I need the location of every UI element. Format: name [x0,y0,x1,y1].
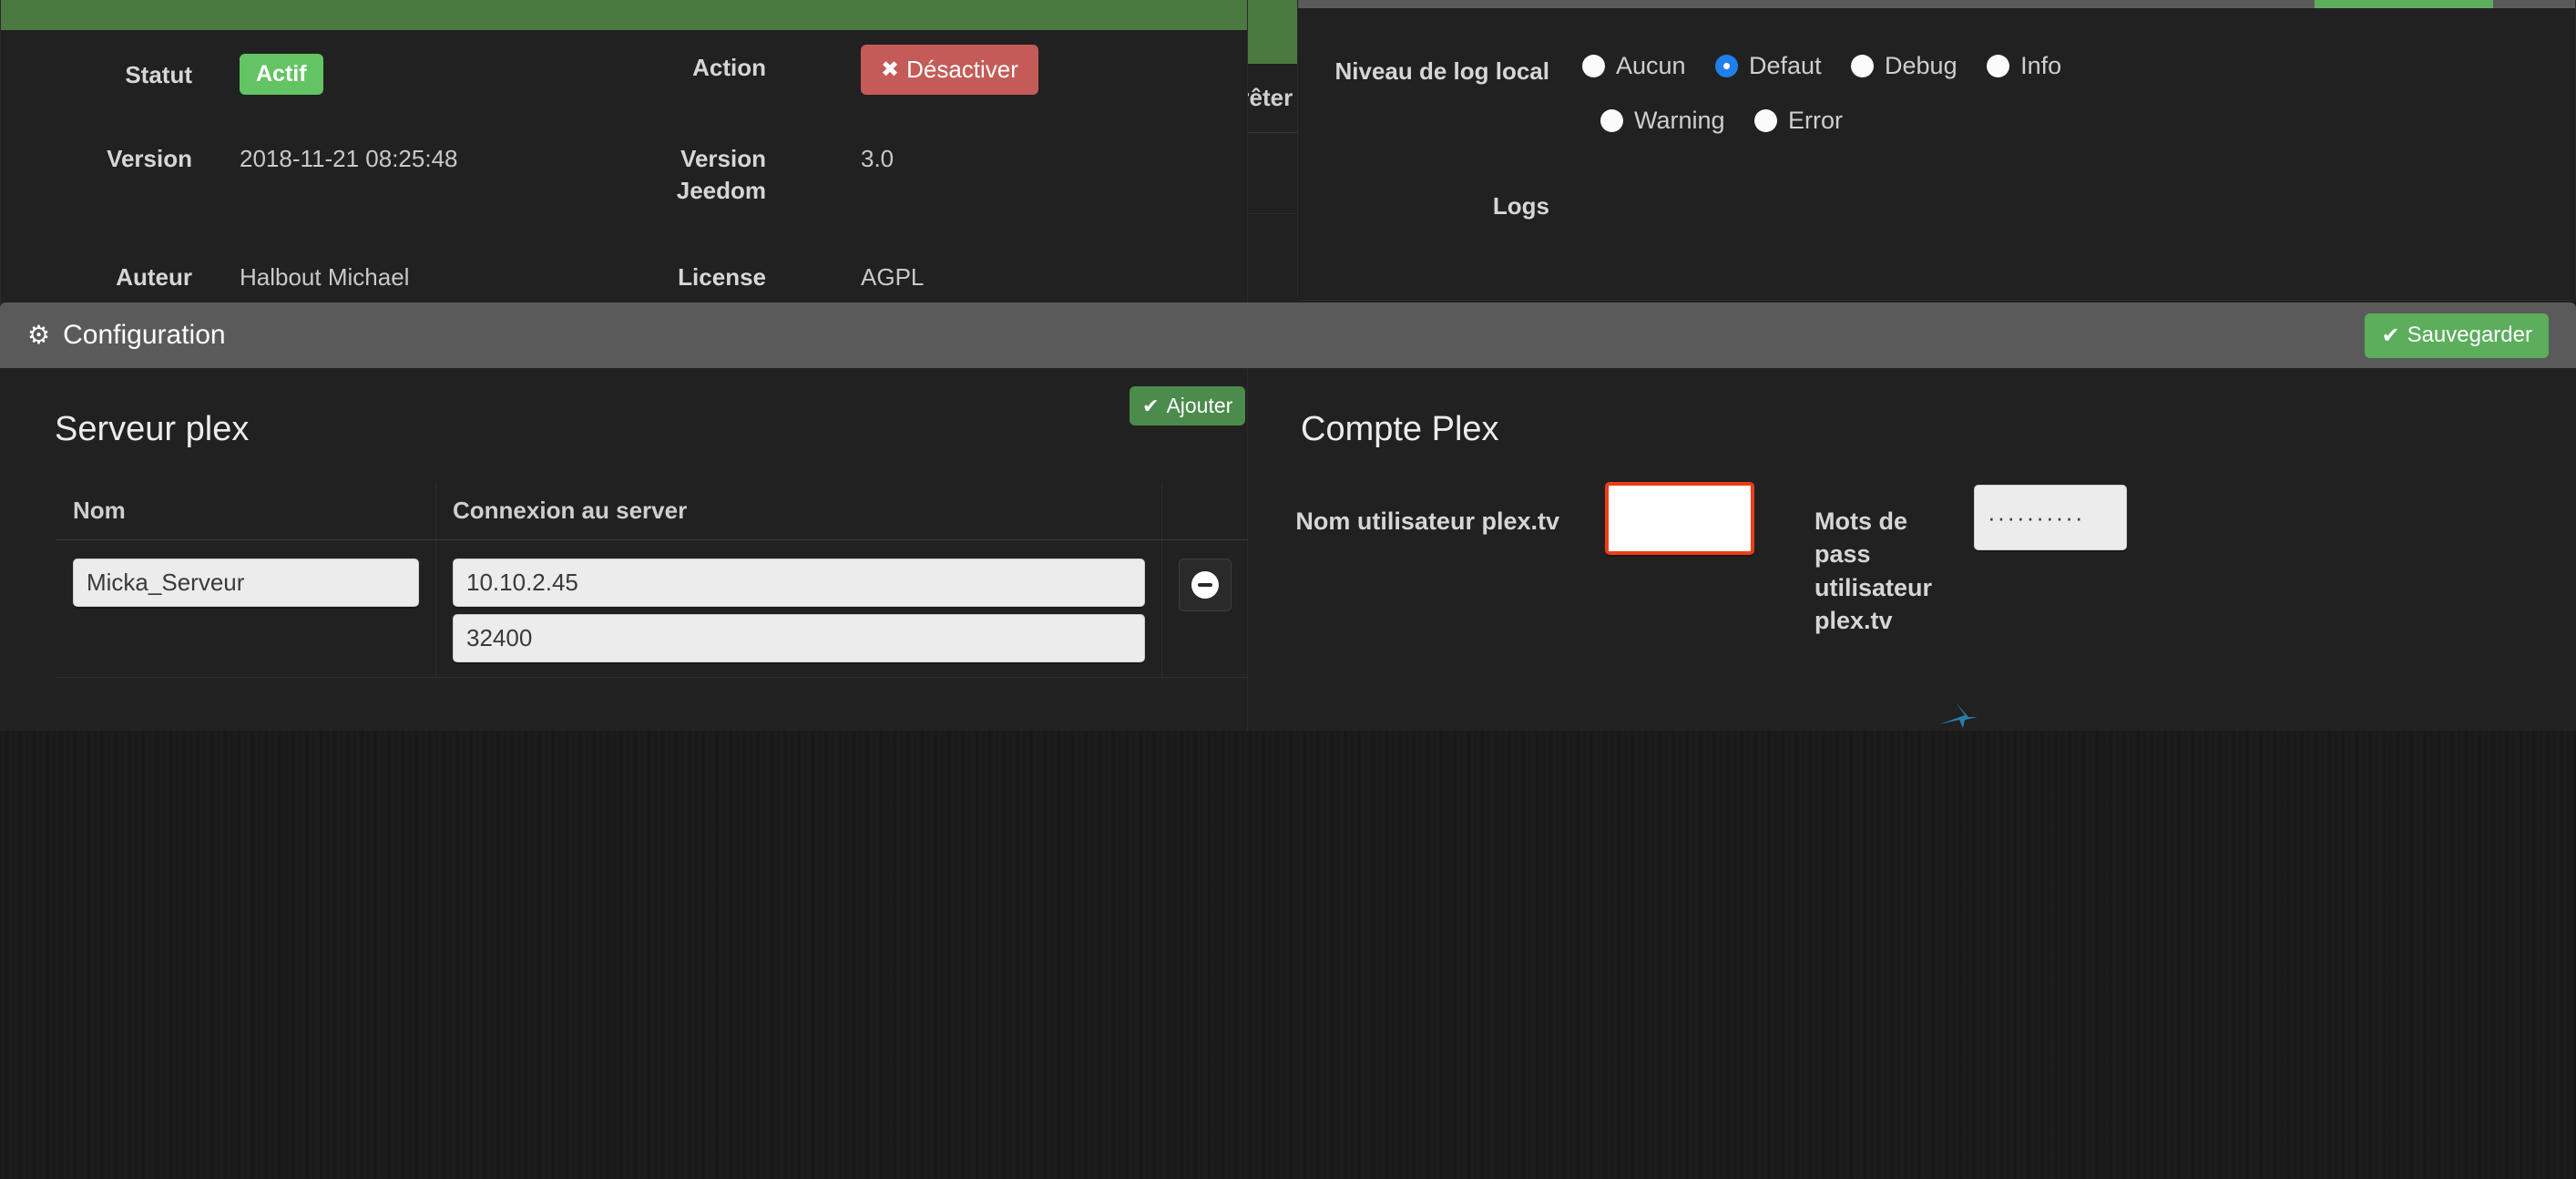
table-row [56,539,1248,678]
sauvegarder-button-label: Sauvegarder [2407,323,2532,347]
version-label: Version [107,145,192,172]
info-panel-header [1,0,1247,30]
log-level-radio-row-1: Aucun Defaut Debug Info [1582,52,2087,82]
radio-defaut-label: Defaut [1749,52,1822,79]
radio-debug[interactable]: Debug [1851,52,1958,80]
radio-circle-icon [1987,55,2010,77]
radio-circle-icon [1582,55,1605,77]
mots-de-pass-input[interactable] [1974,485,2127,550]
compte-plex-section: Compte Plex Nom utilisateur plex.tv Mots… [1250,368,2576,731]
serveur-plex-table: Nom Connexion au server [56,482,1248,678]
check-icon: ✔ [1142,394,1160,417]
serveur-port-input[interactable] [453,614,1145,662]
serveur-host-input[interactable] [453,559,1145,607]
desactiver-button-label: Désactiver [906,56,1018,83]
license-value: AGPL [861,263,925,291]
statut-badge: Actif [240,54,323,95]
col-actions [1161,482,1248,540]
niveau-log-local-label: Niveau de log local [1334,57,1549,85]
version-jeedom-value: 3.0 [861,145,894,172]
radio-warning[interactable]: Warning [1600,107,1725,135]
serveur-plex-section: Serveur plex ✔ Ajouter Nom Connexion au … [0,368,1248,731]
radio-warning-label: Warning [1634,107,1725,134]
radio-info[interactable]: Info [1987,52,2061,80]
configuration-panel-title: Configuration [63,320,226,350]
ajouter-serveur-button[interactable]: ✔ Ajouter [1130,386,1246,425]
cell-remove [1161,539,1248,678]
radio-aucun-label: Aucun [1616,52,1686,79]
mots-de-pass-label: Mots de pass utilisateur plex.tv [1814,507,1933,635]
nom-utilisateur-plextv-label: Nom utilisateur plex.tv [1295,507,1559,535]
version-jeedom-label: Version Jeedom [676,145,766,205]
minus-circle-icon [1191,571,1219,599]
version-value: 2018-11-21 08:25:48 [240,145,458,172]
col-connexion-au-server: Connexion au server [435,482,1162,540]
radio-defaut[interactable]: Defaut [1715,52,1822,80]
desactiver-button[interactable]: ✖ Désactiver [861,45,1038,95]
serveur-plex-header-row: Nom Connexion au server [56,482,1248,540]
configuration-panel-body: Serveur plex ✔ Ajouter Nom Connexion au … [0,368,2576,731]
radio-error[interactable]: Error [1754,107,1843,135]
mouse-cursor-icon [1939,702,1978,728]
logs-label: Logs [1492,192,1549,220]
action-label: Action [692,54,766,81]
cell-nom [56,539,436,678]
cell-connexion [435,539,1162,678]
configuration-panel: ⚙ Configuration ✔ Sauvegarder Serveur pl… [0,302,2576,731]
radio-debug-label: Debug [1885,52,1958,79]
log-panel-body: Niveau de log local Aucun Defaut Debug I… [1298,8,2575,300]
log-level-radio-row-2: Warning Error [1600,107,1868,137]
remove-serveur-button[interactable] [1179,559,1232,611]
radio-circle-selected-icon [1715,55,1739,77]
serveur-nom-input[interactable] [73,559,419,607]
auteur-label: Auteur [116,263,192,291]
compte-plex-title: Compte Plex [1301,410,1499,448]
license-label: License [678,263,766,291]
radio-aucun[interactable]: Aucun [1582,52,1686,80]
radio-info-label: Info [2020,52,2062,79]
log-settings-panel: Niveau de log local Aucun Defaut Debug I… [1297,0,2576,301]
serveur-plex-title: Serveur plex [55,410,250,448]
gears-icon: ⚙ [27,321,51,349]
ajouter-serveur-label: Ajouter [1166,394,1233,417]
auteur-value: Halbout Michael [240,263,410,291]
serveur-plex-table-wrap: Nom Connexion au server [56,482,1248,678]
radio-circle-icon [1851,55,1875,77]
radio-circle-icon [1600,109,1623,132]
radio-error-label: Error [1788,107,1843,134]
statut-label: Statut [125,61,192,88]
nom-utilisateur-plextv-input[interactable] [1605,482,1754,555]
check-circle-icon: ✔ [2381,323,2400,348]
configuration-panel-header: ⚙ Configuration ✔ Sauvegarder [0,302,2576,368]
col-nom: Nom [56,482,436,540]
times-icon: ✖ [881,57,900,82]
radio-circle-icon [1754,109,1777,132]
log-panel-header [1298,0,2575,28]
sauvegarder-button[interactable]: ✔ Sauvegarder [2365,313,2549,358]
